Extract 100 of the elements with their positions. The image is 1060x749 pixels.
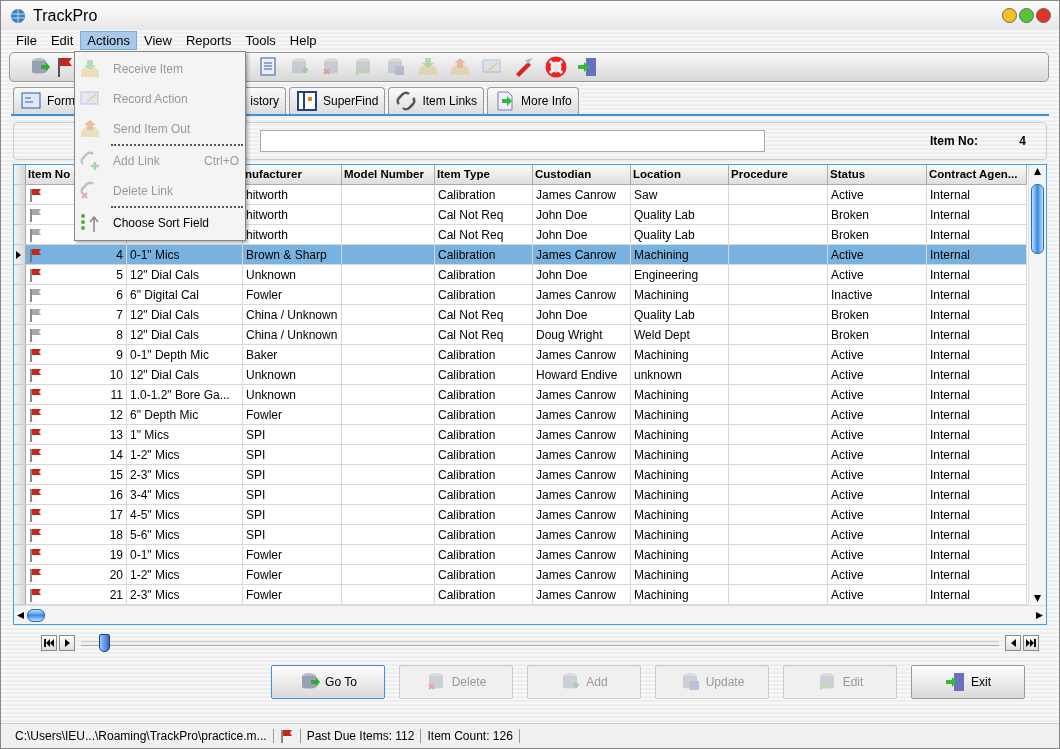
table-cell: Calibration <box>435 485 533 505</box>
column-header[interactable]: Item Type <box>435 165 533 185</box>
reverse-icon <box>1010 639 1016 647</box>
menu-item[interactable]: Reports <box>178 30 239 50</box>
table-cell: Fowler <box>243 565 342 585</box>
column-header[interactable]: Contract Agen... <box>927 165 1027 185</box>
table-cell: SPI <box>243 525 342 545</box>
horizontal-scrollbar[interactable] <box>14 605 1046 624</box>
item-number: 21 <box>109 588 123 604</box>
previous-record-button[interactable] <box>1005 635 1021 651</box>
item-number: 15 <box>109 468 123 484</box>
tray-in-icon <box>79 58 101 80</box>
table-cell: Machining <box>631 345 729 365</box>
tab[interactable]: Item Links <box>388 87 485 114</box>
table-cell: 1-2" Mics <box>127 445 243 465</box>
item-number: 11 <box>110 388 123 404</box>
column-header[interactable]: Model Number <box>342 165 435 185</box>
window-title: TrackPro <box>33 6 98 25</box>
table-cell: Active <box>828 525 927 545</box>
table-cell: James Canrow <box>533 385 631 405</box>
superfind-icon <box>296 90 318 112</box>
table-cell: John Doe <box>533 265 631 285</box>
record-slider-thumb[interactable] <box>98 634 110 652</box>
item-number: 9 <box>116 348 123 364</box>
table-cell: Active <box>828 365 927 385</box>
action-button[interactable]: Exit <box>911 665 1025 699</box>
table-cell: Calibration <box>435 245 533 265</box>
table-cell: 4-5" Mics <box>127 505 243 525</box>
maximize-button[interactable] <box>1019 8 1034 23</box>
table-cell: Machining <box>631 425 729 445</box>
table-cell: Unknown <box>243 365 342 385</box>
column-header[interactable]: Status <box>828 165 927 185</box>
table-cell: Calibration <box>435 565 533 585</box>
table-cell: Internal <box>927 485 1027 505</box>
globe-icon <box>9 6 27 25</box>
table-cell: Machining <box>631 565 729 585</box>
first-record-button[interactable] <box>41 635 57 651</box>
table-cell: Machining <box>631 485 729 505</box>
scroll-down-icon <box>1034 595 1041 602</box>
table-cell: 3-4" Mics <box>127 485 243 505</box>
scroll-left-icon <box>17 611 24 619</box>
past-due-count: Past Due Items: 112 <box>300 729 422 743</box>
column-header[interactable]: Procedure <box>729 165 828 185</box>
tab[interactable]: More Info <box>487 87 579 114</box>
table-cell: Active <box>828 565 927 585</box>
current-row-icon <box>14 250 22 259</box>
table-cell: Broken <box>828 305 927 325</box>
table-cell: Active <box>828 425 927 445</box>
table-cell: Internal <box>927 325 1027 345</box>
menu-entry[interactable]: Choose Sort Field <box>75 208 245 238</box>
table-cell: Active <box>828 465 927 485</box>
column-header[interactable]: nufacturer <box>243 165 342 185</box>
table-cell: Internal <box>927 425 1027 445</box>
menu-item[interactable]: View <box>137 30 179 50</box>
next-record-button[interactable] <box>59 635 75 651</box>
table-cell: Fowler <box>243 285 342 305</box>
last-record-button[interactable] <box>1023 635 1039 651</box>
table-cell: Active <box>828 445 927 465</box>
vertical-scrollbar[interactable] <box>1028 165 1046 605</box>
link-add-icon <box>79 150 101 172</box>
table-cell: James Canrow <box>533 485 631 505</box>
table-cell: James Canrow <box>533 505 631 525</box>
table-cell: Calibration <box>435 445 533 465</box>
minimize-button[interactable] <box>1002 8 1017 23</box>
scrollbar-thumb[interactable] <box>1031 184 1044 254</box>
item-number: 7 <box>116 308 123 324</box>
skip-last-icon <box>1026 639 1036 647</box>
scrollbar-thumb[interactable] <box>27 608 45 622</box>
column-header[interactable]: Custodian <box>533 165 631 185</box>
item-number: 5 <box>116 268 123 284</box>
table-cell: 6" Depth Mic <box>127 405 243 425</box>
menu-item[interactable]: Help <box>282 30 324 50</box>
table-cell: 0-1" Mics <box>127 245 243 265</box>
column-header[interactable]: Location <box>631 165 729 185</box>
action-button[interactable]: Go To <box>271 665 385 699</box>
table-cell: James Canrow <box>533 185 631 205</box>
row-header[interactable] <box>14 245 26 265</box>
table-cell: Brown & Sharp <box>243 245 342 265</box>
table-cell: Cal Not Req <box>435 205 533 225</box>
menu-item[interactable]: File <box>9 30 44 50</box>
table-cell: Active <box>828 545 927 565</box>
table-cell: Calibration <box>435 185 533 205</box>
table-cell: Internal <box>927 525 1027 545</box>
table-cell: Unknown <box>243 265 342 285</box>
table-cell: Weld Dept <box>631 325 729 345</box>
table-cell: Active <box>828 185 927 205</box>
tab[interactable]: SuperFind <box>289 87 386 114</box>
table-cell: John Doe <box>533 305 631 325</box>
item-number: 13 <box>109 428 123 444</box>
table-cell: John Doe <box>533 205 631 225</box>
search-field[interactable] <box>260 130 765 152</box>
table-cell: Fowler <box>243 545 342 565</box>
table-cell: Internal <box>927 445 1027 465</box>
close-button[interactable] <box>1036 8 1051 23</box>
table-cell: James Canrow <box>533 565 631 585</box>
item-number: 10 <box>109 368 123 384</box>
table-cell: Broken <box>828 325 927 345</box>
menu-item[interactable]: Actions <box>80 30 137 50</box>
menu-item[interactable]: Tools <box>238 30 283 50</box>
menu-item[interactable]: Edit <box>43 30 81 50</box>
